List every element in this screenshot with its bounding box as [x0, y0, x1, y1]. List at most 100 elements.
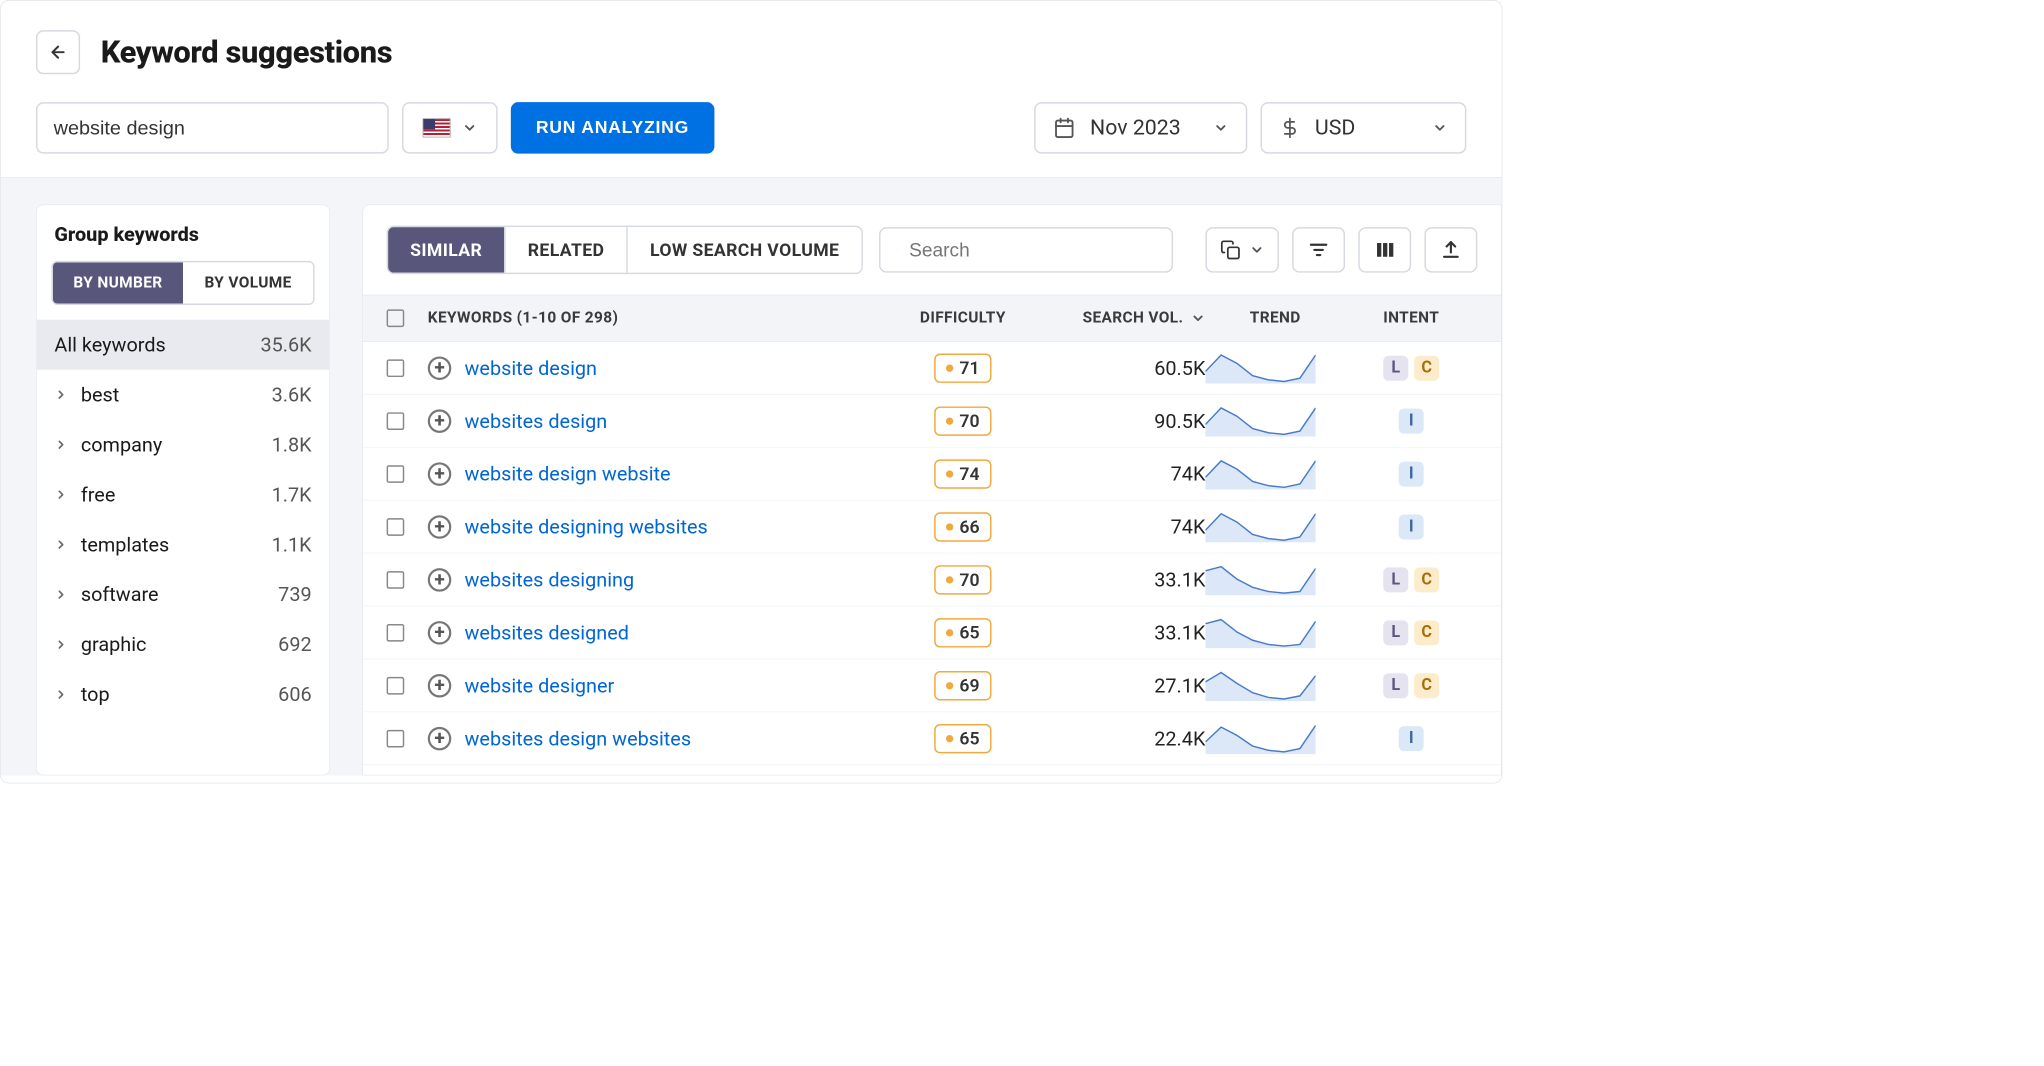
- keyword-input[interactable]: [36, 102, 389, 153]
- keyword-link[interactable]: websites designed: [465, 621, 629, 645]
- toggle-by-number[interactable]: BY NUMBER: [53, 262, 183, 303]
- row-checkbox[interactable]: [387, 624, 405, 642]
- th-trend: TREND: [1205, 309, 1345, 327]
- table-row: website design website 74 74K I: [363, 448, 1501, 501]
- copy-dropdown-button[interactable]: [1205, 227, 1279, 273]
- group-toggle: BY NUMBER BY VOLUME: [51, 261, 314, 305]
- row-checkbox[interactable]: [387, 359, 405, 377]
- keyword-link[interactable]: websites designing: [465, 568, 635, 592]
- keyword-link[interactable]: website designer: [465, 674, 615, 698]
- intent-badge-c: C: [1414, 567, 1439, 592]
- date-selector[interactable]: Nov 2023: [1034, 102, 1247, 153]
- keyword-link[interactable]: website design: [465, 356, 597, 380]
- intent-badge-i: I: [1399, 461, 1424, 486]
- toggle-by-volume[interactable]: BY VOLUME: [183, 262, 313, 303]
- volume-value: 33.1K: [1154, 568, 1205, 592]
- table-row: website design 71 60.5K LC: [363, 342, 1501, 395]
- country-selector[interactable]: [402, 102, 498, 153]
- group-item-company[interactable]: company 1.8K: [37, 420, 330, 470]
- intent-badge-i: I: [1399, 408, 1424, 433]
- trend-sparkline: [1205, 670, 1315, 701]
- group-item-software[interactable]: software 739: [37, 570, 330, 620]
- trend-sparkline: [1205, 405, 1315, 436]
- keyword-link[interactable]: websites design: [465, 409, 608, 433]
- dollar-icon: [1280, 118, 1301, 139]
- group-item-best[interactable]: best 3.6K: [37, 370, 330, 420]
- group-count: 1.8K: [272, 433, 312, 457]
- add-keyword-button[interactable]: [428, 515, 452, 539]
- back-button[interactable]: [36, 30, 80, 74]
- th-search-volume[interactable]: SEARCH VOL.: [1036, 309, 1205, 327]
- select-all-checkbox[interactable]: [387, 309, 405, 327]
- group-count: 739: [278, 583, 311, 607]
- table-row: websites design 70 90.5K I: [363, 395, 1501, 448]
- trend-sparkline: [1205, 458, 1315, 489]
- row-checkbox[interactable]: [387, 677, 405, 695]
- run-analyzing-button[interactable]: RUN ANALYZING: [511, 102, 714, 153]
- export-button[interactable]: [1424, 227, 1477, 273]
- add-keyword-button[interactable]: [428, 356, 452, 380]
- keyword-link[interactable]: website design website: [465, 462, 671, 486]
- row-checkbox[interactable]: [387, 412, 405, 430]
- group-label: graphic: [81, 633, 147, 657]
- filter-button[interactable]: [1292, 227, 1345, 273]
- keyword-link[interactable]: website designing websites: [465, 515, 708, 539]
- row-checkbox[interactable]: [387, 729, 405, 747]
- group-item-free[interactable]: free 1.7K: [37, 470, 330, 520]
- table-search[interactable]: [879, 227, 1173, 273]
- tab-similar[interactable]: SIMILAR: [388, 227, 504, 273]
- tab-related[interactable]: RELATED: [504, 227, 626, 273]
- chevron-right-icon: [54, 488, 67, 501]
- add-keyword-button[interactable]: [428, 621, 452, 645]
- intent-badge-c: C: [1414, 620, 1439, 645]
- table-row: websites design websites 65 22.4K I: [363, 712, 1501, 765]
- group-item-top[interactable]: top 606: [37, 670, 330, 720]
- chevron-down-icon: [1191, 311, 1206, 326]
- intent-badge-l: L: [1383, 355, 1408, 380]
- group-count: 606: [278, 683, 311, 707]
- difficulty-pill: 70: [934, 406, 991, 435]
- th-difficulty[interactable]: DIFFICULTY: [889, 309, 1036, 327]
- add-keyword-button[interactable]: [428, 674, 452, 698]
- group-all-keywords[interactable]: All keywords 35.6K: [37, 320, 330, 370]
- intent-badge-c: C: [1414, 355, 1439, 380]
- add-keyword-button[interactable]: [428, 462, 452, 486]
- calendar-icon: [1053, 117, 1075, 139]
- search-icon: [897, 240, 898, 261]
- group-label: best: [81, 383, 119, 407]
- difficulty-pill: 66: [934, 512, 991, 541]
- date-label: Nov 2023: [1090, 115, 1181, 140]
- add-keyword-button[interactable]: [428, 568, 452, 592]
- difficulty-pill: 69: [934, 671, 991, 700]
- difficulty-pill: 74: [934, 459, 991, 488]
- table-header: KEYWORDS (1-10 OF 298) DIFFICULTY SEARCH…: [363, 295, 1501, 342]
- table-search-input[interactable]: [909, 239, 1155, 262]
- tab-low-search-volume[interactable]: LOW SEARCH VOLUME: [626, 227, 861, 273]
- arrow-left-icon: [49, 43, 68, 62]
- chevron-right-icon: [54, 688, 67, 701]
- volume-value: 74K: [1171, 515, 1206, 539]
- row-checkbox[interactable]: [387, 571, 405, 589]
- group-item-templates[interactable]: templates 1.1K: [37, 520, 330, 570]
- intent-badge-l: L: [1383, 620, 1408, 645]
- row-checkbox[interactable]: [387, 518, 405, 536]
- group-count: 1.1K: [272, 533, 312, 557]
- group-label: company: [81, 433, 162, 457]
- group-count: 35.6K: [260, 333, 311, 357]
- keyword-link[interactable]: websites design websites: [465, 727, 692, 751]
- difficulty-pill: 70: [934, 565, 991, 594]
- add-keyword-button[interactable]: [428, 727, 452, 751]
- columns-icon: [1374, 240, 1395, 261]
- chevron-right-icon: [54, 388, 67, 401]
- group-count: 3.6K: [272, 383, 312, 407]
- add-keyword-button[interactable]: [428, 409, 452, 433]
- group-list: All keywords 35.6K best 3.6K company 1.8…: [37, 320, 330, 720]
- chevron-down-icon: [462, 121, 477, 136]
- group-item-graphic[interactable]: graphic 692: [37, 620, 330, 670]
- trend-sparkline: [1205, 352, 1315, 383]
- row-checkbox[interactable]: [387, 465, 405, 483]
- currency-selector[interactable]: USD: [1261, 102, 1467, 153]
- chevron-down-icon: [1213, 121, 1228, 136]
- table-row: websites designed 65 33.1K LC: [363, 606, 1501, 659]
- columns-button[interactable]: [1358, 227, 1411, 273]
